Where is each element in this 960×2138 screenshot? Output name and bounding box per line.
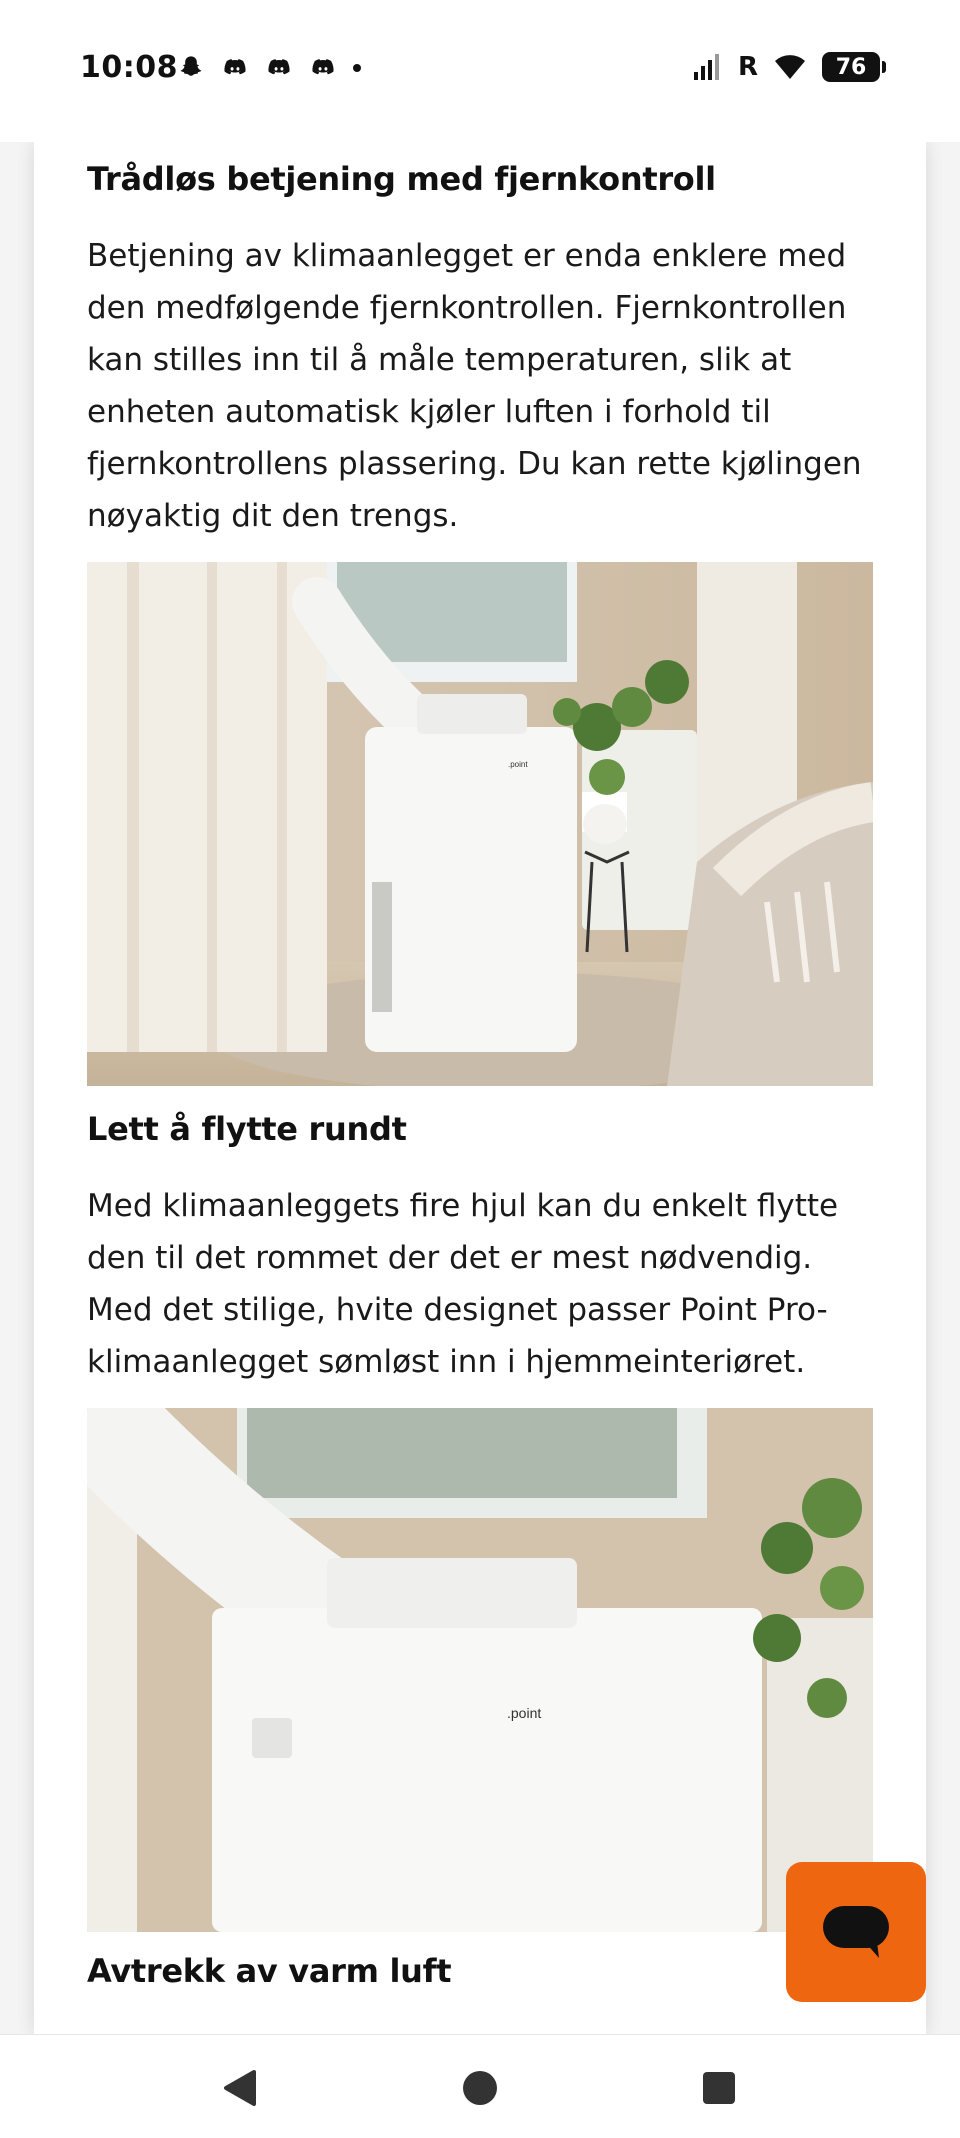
air-conditioner-room-photo: .point	[87, 562, 873, 1086]
signal-icon	[693, 54, 719, 80]
chat-button[interactable]	[786, 1862, 926, 2002]
discord-icon	[268, 59, 290, 75]
air-conditioner-closeup-photo: .point	[87, 1408, 873, 1932]
navigation-bar	[0, 2034, 960, 2138]
section-body: Med klimaanleggets fire hjul kan du enke…	[87, 1188, 839, 1380]
back-button[interactable]	[215, 2063, 265, 2113]
notification-icons	[176, 54, 362, 82]
section-body: Betjening av klimaanlegget er enda enkle…	[87, 238, 862, 534]
home-button[interactable]	[455, 2063, 505, 2113]
status-time: 10:08	[80, 50, 178, 85]
unit-brand-label: .point	[508, 760, 528, 769]
status-right: R 76	[693, 52, 886, 82]
back-icon	[224, 2070, 256, 2106]
status-bar: 10:08 R 76	[0, 0, 960, 142]
section-title: Lett å flytte rundt	[87, 1110, 407, 1148]
dot-icon	[353, 64, 361, 72]
snapchat-icon	[180, 56, 202, 76]
discord-icon	[312, 59, 334, 75]
roaming-indicator: R	[737, 52, 758, 82]
product-image-closeup: .point	[87, 1408, 873, 1932]
recents-icon	[703, 2072, 735, 2104]
recents-button[interactable]	[694, 2063, 744, 2113]
product-image-remote: .point	[87, 562, 873, 1086]
article-card: Trådløs betjening med fjernkontroll Betj…	[34, 142, 926, 2034]
wifi-icon	[775, 55, 805, 79]
section-title: Avtrekk av varm luft	[87, 1952, 452, 1990]
home-icon	[463, 2071, 497, 2105]
discord-icon	[224, 59, 246, 75]
battery-icon: 76	[822, 52, 886, 82]
battery-level: 76	[835, 54, 867, 80]
chat-bubble-icon	[823, 1906, 889, 1958]
section-title: Trådløs betjening med fjernkontroll	[87, 160, 716, 198]
unit-brand-label: .point	[507, 1705, 541, 1721]
